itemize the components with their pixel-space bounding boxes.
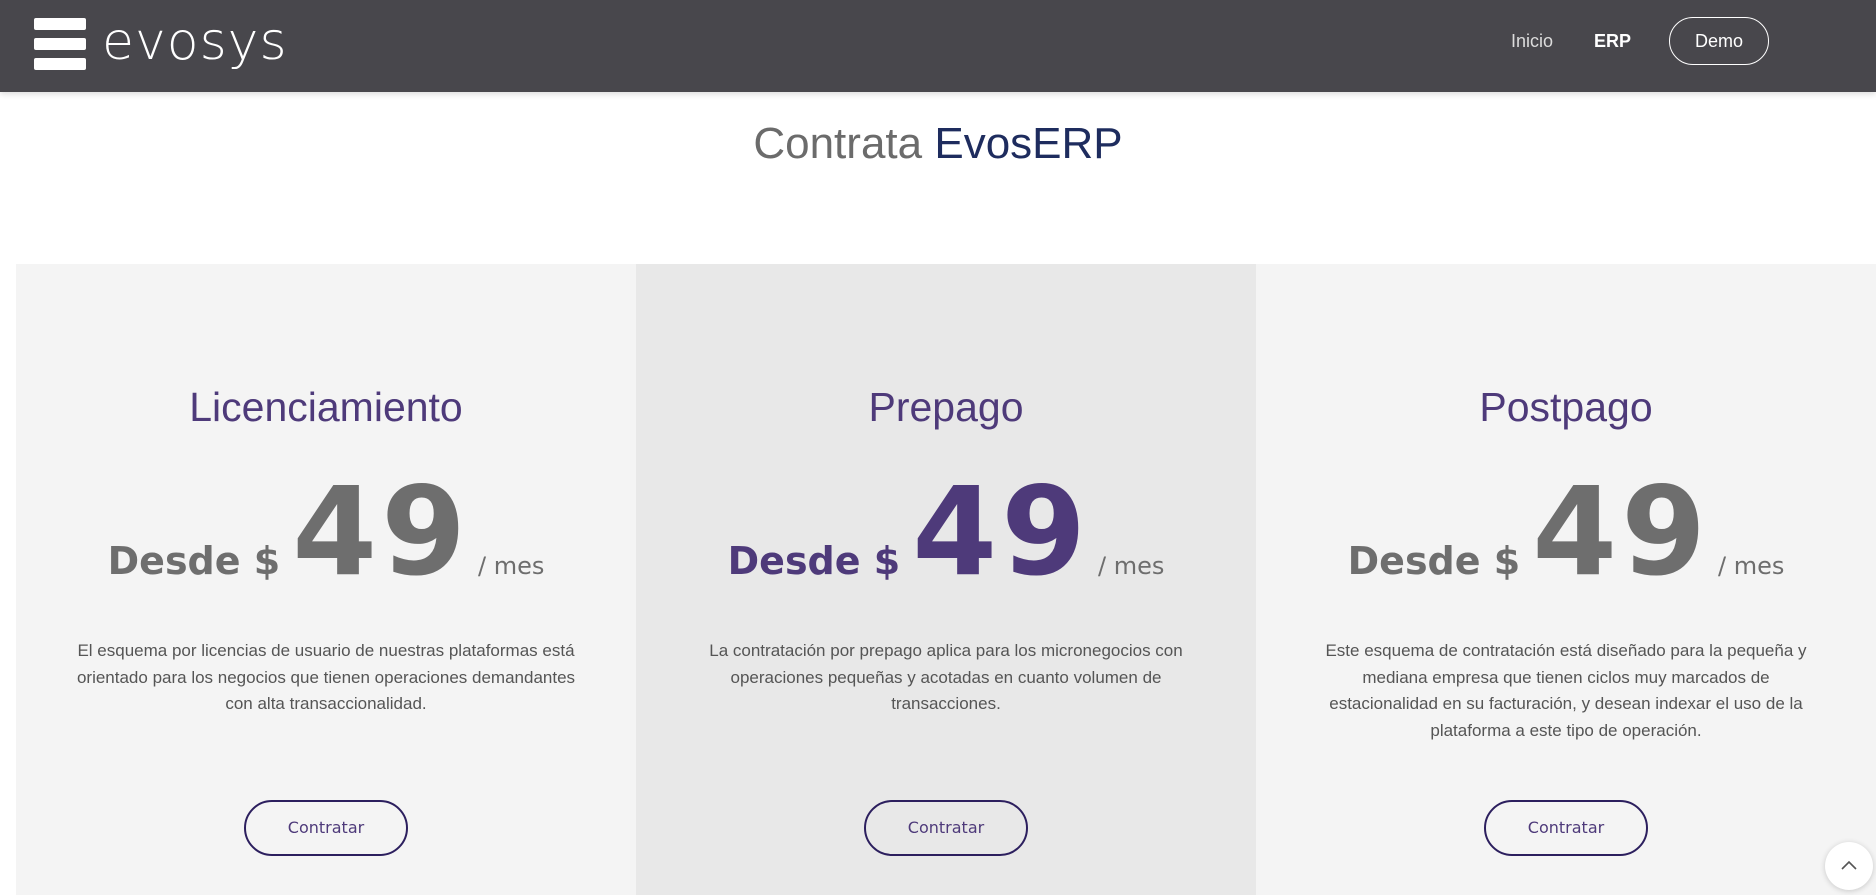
contratar-button[interactable]: Contratar bbox=[1484, 800, 1648, 856]
price-amount: 49 bbox=[912, 461, 1090, 603]
contratar-button[interactable]: Contratar bbox=[244, 800, 408, 856]
demo-button[interactable]: Demo bbox=[1669, 17, 1769, 65]
plan-card-prepago: Prepago Desde $ 49 / mes La contratación… bbox=[636, 264, 1256, 895]
top-navbar: evosys Inicio ERP Demo bbox=[0, 0, 1876, 92]
price-unit: / mes bbox=[1717, 552, 1785, 580]
page-title: Contrata EvosERP bbox=[0, 118, 1876, 170]
pricing-plans: Licenciamiento Desde $ 49 / mes El esque… bbox=[16, 264, 1876, 895]
scroll-to-top-button[interactable] bbox=[1825, 842, 1873, 890]
plan-card-licenciamiento: Licenciamiento Desde $ 49 / mes El esque… bbox=[16, 264, 636, 895]
plan-title: Prepago bbox=[868, 384, 1024, 430]
page-title-accent: EvosERP bbox=[934, 119, 1123, 168]
price-amount: 49 bbox=[1532, 461, 1710, 603]
contratar-button[interactable]: Contratar bbox=[864, 800, 1028, 856]
price-row: Desde $ 49 / mes bbox=[636, 461, 1256, 603]
plan-description: Este esquema de contratación está diseña… bbox=[1325, 641, 1807, 740]
plan-card-postpago: Postpago Desde $ 49 / mes Este esquema d… bbox=[1256, 264, 1876, 895]
chevron-up-icon bbox=[1841, 860, 1857, 870]
page-title-prefix: Contrata bbox=[753, 119, 923, 168]
plan-description: La contratación por prepago aplica para … bbox=[709, 641, 1183, 713]
logo-text[interactable]: evosys bbox=[102, 12, 288, 72]
price-unit: / mes bbox=[477, 552, 545, 580]
plan-title: Licenciamiento bbox=[189, 384, 463, 430]
plan-title: Postpago bbox=[1479, 384, 1653, 430]
price-prefix: Desde $ bbox=[727, 539, 901, 583]
plan-description: El esquema por licencias de usuario de n… bbox=[76, 641, 576, 713]
stacked-bars-icon[interactable] bbox=[34, 18, 86, 70]
price-amount: 49 bbox=[292, 461, 470, 603]
price-row: Desde $ 49 / mes bbox=[16, 461, 636, 603]
nav-link-erp[interactable]: ERP bbox=[1594, 30, 1631, 52]
price-prefix: Desde $ bbox=[1347, 539, 1521, 583]
price-unit: / mes bbox=[1097, 552, 1165, 580]
price-row: Desde $ 49 / mes bbox=[1256, 461, 1876, 603]
nav-link-inicio[interactable]: Inicio bbox=[1511, 30, 1553, 52]
price-prefix: Desde $ bbox=[107, 539, 281, 583]
